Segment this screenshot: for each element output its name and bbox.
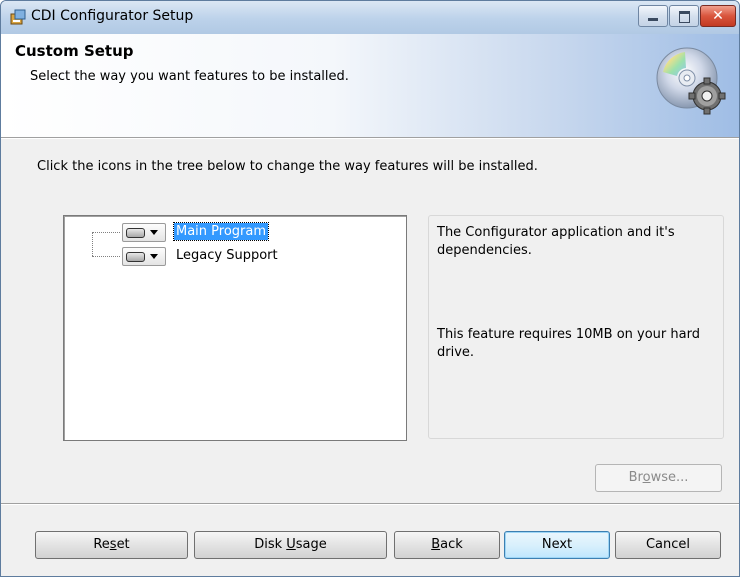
feature-legacy-support[interactable]: Legacy Support	[174, 247, 280, 264]
tree-connector	[92, 232, 120, 233]
installer-app-icon	[10, 9, 26, 25]
reset-label-rest: et	[116, 537, 130, 552]
page-subtitle: Select the way you want features to be i…	[30, 69, 349, 84]
cd-disc-gear-icon	[656, 47, 726, 115]
setup-window: CDI Configurator Setup ✕ Custom Setup Se…	[0, 0, 740, 577]
header-divider-highlight	[1, 138, 739, 139]
minimize-button[interactable]	[638, 5, 668, 27]
title-bar[interactable]: CDI Configurator Setup ✕	[1, 1, 739, 34]
page-title: Custom Setup	[15, 42, 134, 60]
dropdown-arrow-icon	[150, 230, 158, 235]
feature-main-program[interactable]: Main Program	[172, 222, 270, 241]
reset-label: Re	[93, 537, 110, 552]
footer-divider-highlight	[1, 504, 739, 505]
feature-description-panel: The Configurator application and it's de…	[428, 215, 724, 439]
dropdown-arrow-icon	[150, 254, 158, 259]
browse-label-rest: wse...	[650, 470, 689, 485]
maximize-icon	[679, 11, 690, 23]
hard-drive-icon	[126, 252, 145, 262]
hard-drive-icon	[126, 228, 145, 238]
browse-label: Br	[628, 470, 643, 485]
disk-usage-label: Disk	[254, 537, 287, 552]
disk-usage-button[interactable]: Disk Usage	[194, 531, 387, 559]
cancel-button[interactable]: Cancel	[615, 531, 721, 559]
close-icon: ✕	[712, 8, 724, 24]
feature-description: The Configurator application and it's de…	[437, 225, 675, 258]
maximize-button[interactable]	[669, 5, 699, 27]
tree-connector	[92, 232, 93, 256]
close-button[interactable]: ✕	[700, 5, 736, 27]
instructions-text: Click the icons in the tree below to cha…	[37, 159, 538, 174]
reset-button[interactable]: Reset	[35, 531, 188, 559]
disk-usage-accel: U	[286, 537, 296, 552]
browse-accel: o	[642, 470, 651, 485]
reset-accel: s	[109, 537, 117, 552]
feature-install-state-dropdown[interactable]	[122, 223, 166, 242]
header-banner: Custom Setup Select the way you want fea…	[1, 34, 739, 137]
minimize-icon	[648, 18, 658, 21]
next-button[interactable]: Next	[504, 531, 610, 559]
window-title: CDI Configurator Setup	[31, 8, 194, 24]
back-button[interactable]: Back	[394, 531, 500, 559]
feature-tree[interactable]: Main Program Legacy Support	[63, 215, 407, 441]
tree-connector	[92, 256, 120, 257]
back-accel: B	[431, 537, 441, 552]
feature-size-requirement: This feature requires 10MB on your hard …	[437, 327, 700, 360]
browse-button[interactable]: Browse...	[595, 464, 722, 492]
disk-usage-label-rest: sage	[295, 537, 327, 552]
back-label-rest: ack	[440, 537, 463, 552]
feature-install-state-dropdown[interactable]	[122, 247, 166, 266]
